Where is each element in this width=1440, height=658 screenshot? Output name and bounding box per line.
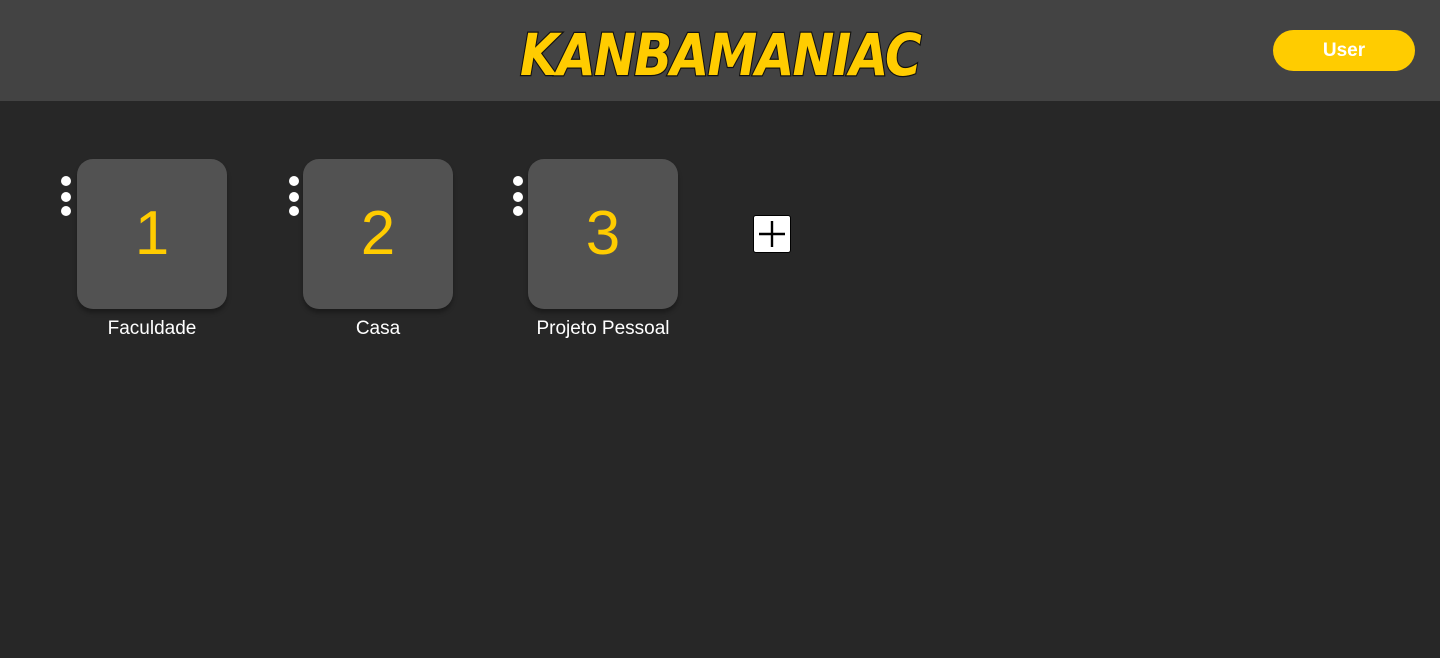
board-3-label: Projeto Pessoal	[536, 318, 670, 339]
board-2-label: Casa	[355, 318, 401, 339]
board-2-tile[interactable]: 2	[303, 159, 453, 309]
menu-dot	[289, 192, 299, 202]
menu-dot	[289, 176, 299, 186]
board-1-menu-icon[interactable]	[60, 176, 72, 218]
menu-dot	[513, 206, 523, 216]
logo-wordmark: KANBAMANIAC	[519, 22, 923, 82]
top-header: KANBAMANIAC User	[0, 0, 1440, 101]
menu-dot	[289, 206, 299, 216]
plus-icon	[759, 221, 785, 247]
kanbamaniac-logo[interactable]: KANBAMANIAC	[517, 22, 923, 82]
board-1-tile[interactable]: 1	[77, 159, 227, 309]
add-board-button[interactable]	[753, 215, 791, 253]
menu-dot	[513, 176, 523, 186]
menu-dot	[61, 206, 71, 216]
user-button[interactable]: User	[1273, 30, 1415, 71]
svg-text:KANBAMANIAC: KANBAMANIAC	[520, 22, 921, 82]
menu-dot	[61, 192, 71, 202]
board-3-menu-icon[interactable]	[512, 176, 524, 218]
board-3-tile[interactable]: 3	[528, 159, 678, 309]
board-1-label: Faculdade	[107, 318, 197, 339]
board-2-menu-icon[interactable]	[288, 176, 300, 218]
menu-dot	[513, 192, 523, 202]
menu-dot	[61, 176, 71, 186]
